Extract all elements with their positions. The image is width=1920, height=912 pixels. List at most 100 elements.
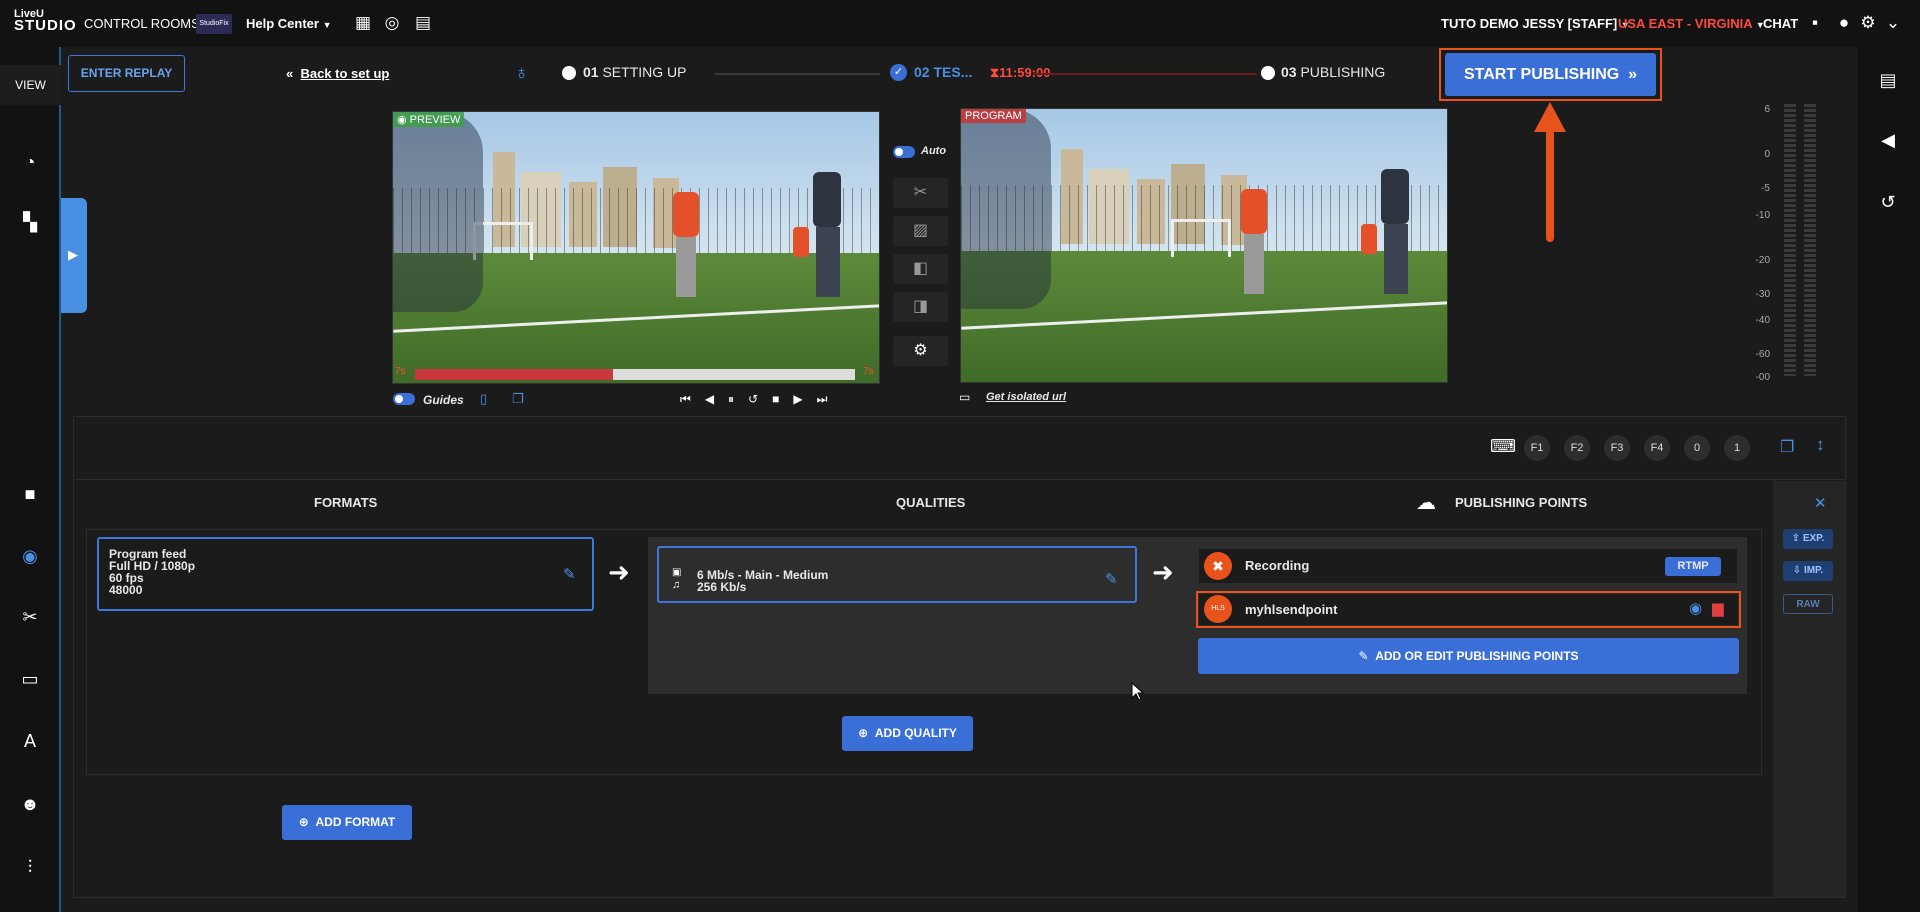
text-icon[interactable]: A: [18, 729, 42, 753]
step-back-icon[interactable]: ◀: [705, 392, 728, 406]
skip-end-icon[interactable]: ⏭: [817, 392, 842, 406]
step1-indicator: [562, 66, 576, 80]
layout-grid-icon[interactable]: ▤: [413, 13, 433, 33]
lifebuoy-icon[interactable]: ◎: [382, 13, 402, 33]
step-connector-active: [1033, 73, 1257, 75]
function-key-0[interactable]: 0: [1684, 435, 1710, 461]
eye-icon[interactable]: ◉: [1689, 599, 1702, 617]
publishing-point-name: Recording: [1245, 558, 1310, 573]
qualities-header: QUALITIES: [896, 495, 966, 510]
cut-button[interactable]: ✂: [893, 178, 948, 208]
step1[interactable]: 01 SETTING UP: [583, 64, 686, 80]
window-icon[interactable]: ❐: [1780, 437, 1794, 457]
step2[interactable]: 02 TES...: [914, 64, 972, 80]
function-key-f3[interactable]: F3: [1604, 435, 1630, 461]
function-key-f1[interactable]: F1: [1524, 435, 1550, 461]
scissors-icon[interactable]: ✂: [18, 605, 42, 629]
arrow-right-icon: ➜: [1152, 557, 1174, 587]
hls-icon: HLS: [1204, 595, 1232, 623]
replay-icon[interactable]: ↺: [748, 392, 772, 406]
right-level-text: 7s: [863, 366, 874, 377]
broadcast-icon[interactable]: ◉: [18, 544, 42, 568]
close-icon[interactable]: ✕: [1814, 494, 1827, 512]
camera-icon[interactable]: ■: [18, 482, 42, 506]
stop-icon[interactable]: ■: [772, 392, 793, 406]
auto-toggle[interactable]: [893, 146, 915, 158]
meter-tick-label: -60: [1755, 349, 1770, 360]
undo-icon[interactable]: ↺: [1876, 190, 1900, 214]
sliders-icon[interactable]: ⫶: [18, 855, 42, 879]
user-menu[interactable]: TUTO DEMO JESSY [STAFF] ▼: [1441, 16, 1630, 31]
program-video[interactable]: PROGRAM: [960, 108, 1448, 383]
calendar-icon[interactable]: ▦: [353, 13, 373, 33]
plus-circle-icon: ⊕: [298, 815, 309, 829]
layout-icon[interactable]: ▚: [18, 210, 42, 234]
lightbulb-icon[interactable]: ♁: [514, 62, 529, 85]
dashboard-gauge-icon[interactable]: ◔: [18, 150, 42, 174]
trash-icon[interactable]: ▆: [1712, 599, 1724, 617]
export-button[interactable]: ⇪ EXP.: [1783, 529, 1833, 549]
megaphone-icon[interactable]: ◀: [1876, 128, 1900, 152]
program-tag: PROGRAM: [961, 109, 1026, 123]
keyboard-icon[interactable]: ⌨: [1490, 436, 1516, 457]
skip-start-icon[interactable]: ⏮: [680, 392, 705, 406]
guides-toggle[interactable]: [393, 393, 415, 405]
dissolve-icon: ▨: [912, 222, 929, 239]
pause-icon[interactable]: ⏸: [728, 392, 748, 406]
dissolve-button[interactable]: ▨: [893, 216, 948, 246]
chat-label[interactable]: CHAT: [1763, 16, 1798, 31]
region-selector[interactable]: USA EAST - VIRGINIA ▼: [1618, 16, 1765, 31]
guides-label: Guides: [423, 393, 464, 407]
resize-vertical-icon[interactable]: ↕: [1816, 435, 1825, 455]
user-icon[interactable]: ●: [1834, 13, 1854, 33]
mobile-icon[interactable]: ▯: [480, 391, 487, 407]
room-thumbnail[interactable]: StudioFix: [196, 14, 232, 34]
raw-button[interactable]: RAW: [1783, 594, 1833, 614]
add-format-button[interactable]: ⊕ ADD FORMAT: [282, 805, 412, 840]
stinger-button[interactable]: ◨: [893, 292, 948, 322]
wipe-button[interactable]: ◧: [893, 254, 948, 284]
edit-pencil-icon[interactable]: ✎: [563, 565, 576, 583]
import-button[interactable]: ⇩ IMP.: [1783, 561, 1833, 581]
function-key-1[interactable]: 1: [1724, 435, 1750, 461]
audio-meter: 6 0 -5 -10 -20 -30 -40 -60 -00: [1726, 102, 1822, 383]
left-level-text: 7s: [395, 366, 406, 377]
back-to-setup-link[interactable]: « Back to set up: [286, 66, 389, 81]
step-forward-icon[interactable]: ▶: [793, 392, 816, 406]
double-chevron-right-icon: »: [1628, 66, 1638, 83]
rtmp-badge: RTMP: [1665, 557, 1721, 576]
chevron-down-icon[interactable]: ⌄: [1883, 13, 1903, 33]
users-icon[interactable]: ☻: [18, 792, 42, 816]
enter-replay-button[interactable]: ENTER REPLAY: [68, 55, 185, 92]
check-circle-icon: ✓: [890, 64, 907, 81]
preview-video[interactable]: ◉ PREVIEW 7s 7s: [392, 111, 880, 384]
view-label[interactable]: VIEW: [0, 65, 61, 105]
recording-icon: ✖: [1204, 552, 1232, 580]
get-isolated-url-link[interactable]: Get isolated url: [986, 391, 1066, 403]
step3[interactable]: 03 PUBLISHING: [1281, 64, 1385, 80]
help-center-dropdown[interactable]: Help Center ▼: [246, 16, 332, 31]
format-card[interactable]: Program feed Full HD / 1080p 60 fps 4800…: [97, 537, 594, 611]
meter-tick-label: -00: [1755, 372, 1770, 383]
right-sidebar: ▤ ◀ ↺: [1858, 47, 1920, 912]
format-samplerate: 48000: [109, 583, 143, 597]
publishing-point-recording[interactable]: ✖ Recording RTMP: [1199, 549, 1737, 583]
add-edit-publishing-points-button[interactable]: ✎ ADD OR EDIT PUBLISHING POINTS: [1198, 638, 1739, 674]
start-publishing-button[interactable]: START PUBLISHING »: [1445, 53, 1656, 96]
document-icon[interactable]: ▤: [1876, 68, 1900, 92]
function-key-f2[interactable]: F2: [1564, 435, 1590, 461]
gear-icon[interactable]: ⚙: [1858, 13, 1878, 33]
publishing-point-hls[interactable]: HLS myhlsendpoint ◉ ▆: [1199, 594, 1738, 625]
quality-card[interactable]: ▣ 6 Mb/s - Main - Medium ♫ 256 Kb/s ✎: [657, 546, 1137, 603]
liveu-studio-logo[interactable]: LiveU STUDIO: [14, 9, 76, 37]
formats-header: FORMATS: [314, 495, 378, 510]
sidebar-expander[interactable]: ▶: [61, 198, 87, 313]
control-rooms-link[interactable]: CONTROL ROOMS: [84, 16, 200, 31]
edit-pencil-icon[interactable]: ✎: [1105, 570, 1118, 588]
transition-settings-button[interactable]: ⚙: [893, 336, 948, 366]
copy-icon[interactable]: ❐: [512, 391, 524, 407]
subtitles-icon[interactable]: ▭: [18, 667, 42, 691]
chat-bubble-icon[interactable]: ▪: [1805, 13, 1825, 33]
function-key-f4[interactable]: F4: [1644, 435, 1670, 461]
add-quality-button[interactable]: ⊕ ADD QUALITY: [842, 716, 973, 751]
